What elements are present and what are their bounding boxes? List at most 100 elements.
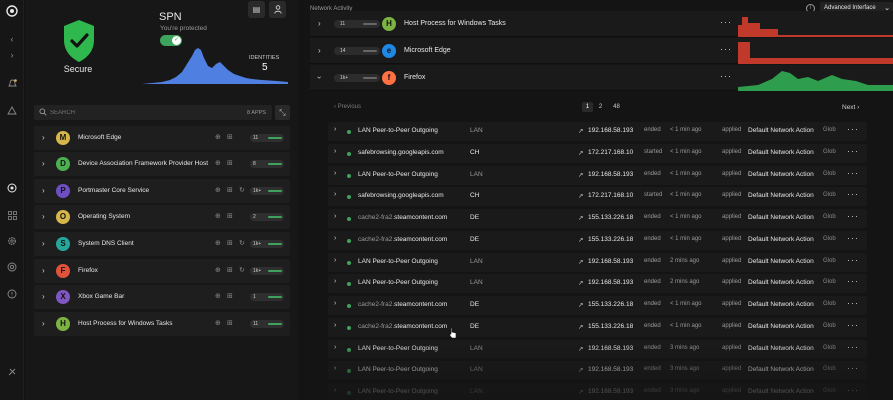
- grid-icon[interactable]: ⊞: [227, 266, 233, 274]
- more-icon[interactable]: ···: [847, 320, 859, 330]
- connection-row[interactable]: › LAN Peer-to-Peer Outgoing LAN ↗ 192.168.58…: [328, 166, 867, 185]
- grid-icon[interactable]: ⊞: [227, 319, 233, 327]
- grid-icon[interactable]: ⊞: [227, 186, 233, 194]
- more-icon[interactable]: ···: [847, 385, 859, 395]
- more-icon[interactable]: ···: [847, 233, 859, 243]
- globe-icon[interactable]: ⊕: [215, 159, 221, 167]
- grid-icon[interactable]: ⊞: [227, 292, 233, 300]
- refresh-icon[interactable]: ↻: [239, 239, 245, 247]
- page-1-button[interactable]: 1: [582, 102, 593, 112]
- globe-icon[interactable]: ⊕: [215, 212, 221, 220]
- globe-icon[interactable]: ⊕: [215, 133, 221, 141]
- globe-icon[interactable]: ⊕: [215, 239, 221, 247]
- connection-row[interactable]: › safebrowsing.googleapis.com CH ↗ 172.217.1…: [328, 144, 867, 163]
- globe-icon[interactable]: ⊕: [215, 292, 221, 300]
- grid-icon[interactable]: ⊞: [227, 159, 233, 167]
- chevron-right-icon[interactable]: ›: [42, 133, 45, 142]
- chevron-right-icon[interactable]: ›: [5, 48, 19, 62]
- connection-row[interactable]: › cache2-fra2.steamcontent.com DE ↗ 155.133.…: [328, 296, 867, 315]
- chevron-right-icon[interactable]: ›: [334, 278, 336, 285]
- chevron-right-icon[interactable]: ›: [334, 322, 336, 329]
- refresh-icon[interactable]: ↻: [239, 186, 245, 194]
- more-icon[interactable]: ···: [847, 189, 859, 199]
- chevron-right-icon[interactable]: ›: [42, 319, 45, 328]
- more-icon[interactable]: ···: [720, 17, 732, 27]
- chevron-right-icon[interactable]: ›: [42, 266, 45, 275]
- more-icon[interactable]: ···: [847, 168, 859, 178]
- network-icon[interactable]: [5, 181, 19, 195]
- chevron-right-icon[interactable]: ›: [42, 292, 45, 301]
- app-row[interactable]: › M Microsoft Edge ⊕ ⊞ 11: [34, 126, 290, 150]
- globe-icon[interactable]: ⊕: [215, 186, 221, 194]
- connection-row[interactable]: › cache2-fra2.steamcontent.com DE ↗ 155.133.…: [328, 318, 867, 337]
- more-icon[interactable]: ···: [847, 255, 859, 265]
- app-row[interactable]: › X Xbox Game Bar ⊕ ⊞ 1: [34, 285, 290, 309]
- more-icon[interactable]: ···: [847, 146, 859, 156]
- chevron-right-icon[interactable]: ›: [318, 19, 321, 28]
- page-48-button[interactable]: 48: [611, 102, 622, 112]
- chevron-left-icon[interactable]: ‹: [5, 32, 19, 46]
- chevron-right-icon[interactable]: ›: [334, 148, 336, 155]
- warning-icon[interactable]: [5, 103, 19, 117]
- more-icon[interactable]: ···: [720, 71, 732, 81]
- more-icon[interactable]: ···: [847, 342, 859, 352]
- chevron-right-icon[interactable]: ›: [334, 300, 336, 307]
- next-page-button[interactable]: Next ›: [842, 104, 859, 111]
- support-icon[interactable]: [5, 260, 19, 274]
- search-input[interactable]: [50, 108, 170, 118]
- chevron-right-icon[interactable]: ›: [334, 213, 336, 220]
- more-icon[interactable]: ···: [847, 124, 859, 134]
- chevron-right-icon[interactable]: ›: [334, 235, 336, 242]
- connection-row[interactable]: › LAN Peer-to-Peer Outgoing LAN ↗ 192.168.58…: [328, 253, 867, 272]
- chevron-right-icon[interactable]: ›: [334, 257, 336, 264]
- chevron-right-icon[interactable]: ›: [42, 212, 45, 221]
- globe-icon[interactable]: ⊕: [215, 266, 221, 274]
- more-icon[interactable]: ···: [847, 363, 859, 373]
- process-row[interactable]: › 1k+ f Firefox ···: [310, 65, 893, 91]
- bell-icon[interactable]: [5, 77, 19, 91]
- apps-icon[interactable]: [5, 208, 19, 222]
- account-button[interactable]: [269, 1, 286, 18]
- chevron-right-icon[interactable]: ›: [334, 191, 336, 198]
- connection-row[interactable]: › LAN Peer-to-Peer Outgoing LAN ↗ 192.168.58…: [328, 361, 867, 380]
- document-button[interactable]: ▤: [248, 1, 265, 18]
- more-icon[interactable]: ···: [847, 211, 859, 221]
- chevron-right-icon[interactable]: ›: [42, 159, 45, 168]
- chevron-right-icon[interactable]: ›: [334, 170, 336, 177]
- power-icon[interactable]: [5, 365, 19, 379]
- connection-row[interactable]: › safebrowsing.googleapis.com CH ↗ 172.217.1…: [328, 187, 867, 206]
- grid-icon[interactable]: ⊞: [227, 212, 233, 220]
- connection-row[interactable]: › LAN Peer-to-Peer Outgoing LAN ↗ 192.168.58…: [328, 383, 867, 400]
- chevron-right-icon[interactable]: ›: [42, 239, 45, 248]
- chevron-right-icon[interactable]: ›: [318, 46, 321, 55]
- previous-page-button[interactable]: ‹ Previous: [334, 104, 361, 110]
- connection-row[interactable]: › cache2-fra2.steamcontent.com DE ↗ 155.133.…: [328, 209, 867, 228]
- logo-icon[interactable]: [5, 4, 19, 18]
- refresh-icon[interactable]: ↻: [239, 266, 245, 274]
- app-row[interactable]: › D Device Association Framework Provide…: [34, 152, 290, 176]
- collapse-button[interactable]: ⤡: [275, 105, 290, 120]
- connection-row[interactable]: › LAN Peer-to-Peer Outgoing LAN ↗ 192.168.58…: [328, 340, 867, 359]
- more-icon[interactable]: ···: [847, 276, 859, 286]
- settings-icon[interactable]: [5, 234, 19, 248]
- connection-row[interactable]: › LAN Peer-to-Peer Outgoing LAN ↗ 192.168.58…: [328, 274, 867, 293]
- chevron-right-icon[interactable]: ›: [334, 126, 336, 133]
- chevron-right-icon[interactable]: ›: [334, 387, 336, 394]
- app-row[interactable]: › H Host Process for Windows Tasks ⊕ ⊞ 1…: [34, 312, 290, 336]
- chevron-right-icon[interactable]: ›: [42, 186, 45, 195]
- more-icon[interactable]: ···: [847, 298, 859, 308]
- chevron-right-icon[interactable]: ›: [334, 344, 336, 351]
- process-row[interactable]: › 14 e Microsoft Edge ···: [310, 38, 893, 64]
- process-row[interactable]: › 11 H Host Process for Windows Tasks ··…: [310, 11, 893, 37]
- chevron-down-icon[interactable]: ›: [315, 76, 324, 79]
- grid-icon[interactable]: ⊞: [227, 133, 233, 141]
- app-row[interactable]: › F Firefox ⊕ ⊞ ↻ 1k+: [34, 259, 290, 283]
- connection-row[interactable]: › cache2-fra2.steamcontent.com DE ↗ 155.133.…: [328, 231, 867, 250]
- app-row[interactable]: › P Portmaster Core Service ⊕ ⊞ ↻ 1k+: [34, 179, 290, 203]
- grid-icon[interactable]: ⊞: [227, 239, 233, 247]
- more-icon[interactable]: ···: [720, 44, 732, 54]
- help-icon[interactable]: [5, 287, 19, 301]
- app-row[interactable]: › O Operating System ⊕ ⊞ 2: [34, 205, 290, 229]
- chevron-right-icon[interactable]: ›: [334, 365, 336, 372]
- page-2-button[interactable]: 2: [595, 102, 606, 112]
